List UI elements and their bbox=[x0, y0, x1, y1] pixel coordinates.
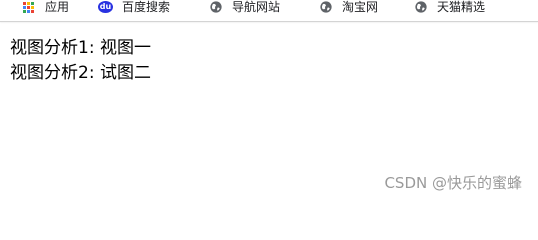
bookmark-label: 应用 bbox=[45, 0, 70, 14]
page-content: 视图分析1: 视图一 视图分析2: 试图二 bbox=[10, 36, 151, 86]
baidu-icon: du bbox=[98, 1, 113, 13]
bookmark-label: 天猫精选 bbox=[437, 0, 486, 14]
globe-icon bbox=[415, 1, 427, 13]
bookmark-taobao[interactable]: 淘宝网 bbox=[319, 0, 378, 14]
globe-icon bbox=[320, 1, 332, 13]
apps-grid-icon bbox=[23, 1, 36, 13]
bookmarks-bar: 应用 du 百度搜索 导航网站 淘宝网 天猫精选 bbox=[0, 0, 538, 22]
bookmark-apps[interactable]: 应用 bbox=[23, 0, 69, 14]
csdn-watermark: CSDN @快乐的蜜蜂 bbox=[384, 174, 522, 192]
bookmark-label: 百度搜索 bbox=[122, 0, 171, 14]
bookmark-label: 导航网站 bbox=[232, 0, 281, 14]
bookmark-label: 淘宝网 bbox=[342, 0, 379, 14]
browser-page: 应用 du 百度搜索 导航网站 淘宝网 天猫精选 视图分析1: 视图一 视图分析… bbox=[0, 0, 538, 204]
bookmark-navigation-sites[interactable]: 导航网站 bbox=[209, 0, 280, 14]
view-analysis-line-1: 视图分析1: 视图一 bbox=[10, 38, 151, 58]
bookmark-baidu-search[interactable]: du 百度搜索 bbox=[98, 0, 170, 14]
globe-icon bbox=[210, 1, 222, 13]
bookmark-tmall[interactable]: 天猫精选 bbox=[414, 0, 485, 14]
view-analysis-line-2: 视图分析2: 试图二 bbox=[10, 63, 151, 83]
